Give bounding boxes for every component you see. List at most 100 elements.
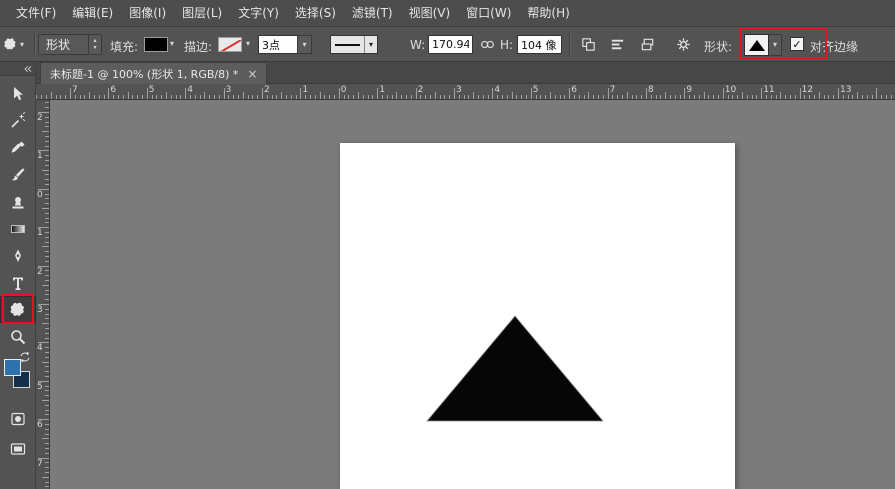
solid-line-icon	[335, 44, 360, 46]
foreground-color-swatch[interactable]	[4, 359, 21, 376]
ruler-tick	[51, 92, 52, 99]
tool-mode-value: 形状	[39, 36, 88, 53]
ruler-tick	[555, 95, 556, 99]
ruler-number: 3	[37, 305, 43, 315]
menu-item-layer[interactable]: 图层(L)	[174, 0, 230, 27]
ruler-tick	[108, 88, 109, 99]
menu-item-filter[interactable]: 滤镜(T)	[344, 0, 401, 27]
ruler-number: 8	[648, 85, 654, 95]
ruler-tick	[872, 95, 873, 99]
move-tool[interactable]	[0, 80, 36, 107]
ruler-tick	[780, 92, 781, 99]
ruler-tick	[152, 95, 153, 99]
ruler-tick	[200, 95, 201, 99]
ruler-tick	[622, 95, 623, 99]
brush-tool[interactable]	[0, 161, 36, 188]
path-alignment-button[interactable]	[606, 34, 628, 55]
ruler-tick	[699, 95, 700, 99]
menu-item-file[interactable]: 文件(F)	[8, 0, 64, 27]
ruler-tick	[867, 95, 868, 99]
pen-tool[interactable]	[0, 242, 36, 269]
path-arrangement-button[interactable]	[636, 34, 658, 55]
menu-item-image[interactable]: 图像(I)	[121, 0, 174, 27]
stroke-style-dropdown[interactable]: ▾	[330, 35, 378, 54]
menu-item-select[interactable]: 选择(S)	[287, 0, 344, 27]
quick-mask-button[interactable]	[9, 410, 27, 428]
ruler-tick	[45, 395, 49, 396]
path-operations-icon	[580, 36, 597, 53]
ruler-tick	[521, 95, 522, 99]
ruler-number: 13	[840, 85, 851, 95]
chevron-down-icon[interactable]: ▾	[246, 40, 250, 48]
ruler-tick	[45, 467, 49, 468]
ruler-tick	[766, 95, 767, 99]
width-input[interactable]	[428, 35, 473, 54]
document-canvas[interactable]	[340, 143, 735, 489]
custom-shape-tool[interactable]	[0, 296, 36, 323]
align-edges-checkbox[interactable]: ✓	[790, 37, 804, 51]
ruler-tick	[45, 294, 49, 295]
chevron-down-icon[interactable]: ▾	[170, 40, 174, 48]
menu-item-view[interactable]: 视图(V)	[401, 0, 459, 27]
ruler-tick	[891, 95, 892, 99]
vertical-ruler[interactable]: 21012345678	[36, 100, 50, 489]
gradient-tool[interactable]	[0, 215, 36, 242]
ruler-number: 12	[802, 85, 813, 95]
tool-preset-dropdown[interactable]: ▾	[3, 34, 33, 55]
ruler-tick	[45, 213, 49, 214]
icon-pen	[9, 247, 27, 265]
menu-item-edit[interactable]: 编辑(E)	[64, 0, 121, 27]
menu-item-window[interactable]: 窗口(W)	[458, 0, 519, 27]
ruler-tick	[387, 95, 388, 99]
pasteboard[interactable]	[50, 100, 895, 489]
ruler-tick	[45, 314, 49, 315]
ruler-tick	[694, 95, 695, 99]
menu-item-help[interactable]: 帮助(H)	[519, 0, 577, 27]
menu-item-type[interactable]: 文字(Y)	[230, 0, 287, 27]
document-tab[interactable]: 未标题-1 @ 100% (形状 1, RGB/8) * ×	[40, 62, 267, 84]
path-operations-button[interactable]	[577, 34, 599, 55]
ruler-tick	[569, 88, 570, 99]
stroke-color-swatch[interactable]	[218, 37, 242, 52]
stroke-width-input[interactable]	[258, 35, 298, 54]
ruler-tick	[473, 92, 474, 99]
ruler-tick	[497, 95, 498, 99]
ruler-tick	[608, 88, 609, 99]
tool-mode-select[interactable]: 形状 ▴▾	[38, 34, 102, 55]
ruler-tick	[795, 95, 796, 99]
horizontal-ruler[interactable]: 7654321012345678910111213	[36, 84, 895, 100]
triangle-shape[interactable]	[427, 316, 603, 421]
ruler-tick	[401, 95, 402, 99]
magic-wand-tool[interactable]	[0, 107, 36, 134]
ruler-tick	[45, 333, 49, 334]
screen-mode-button[interactable]	[9, 440, 27, 458]
ruler-tick	[488, 95, 489, 99]
ruler-tick	[809, 95, 810, 99]
link-dimensions-icon[interactable]	[479, 36, 496, 53]
document-tab-title: 未标题-1 @ 100% (形状 1, RGB/8) *	[50, 66, 238, 82]
ruler-tick	[348, 95, 349, 99]
collapse-panel-button[interactable]	[0, 62, 35, 76]
fill-color-swatch[interactable]	[144, 37, 168, 52]
close-tab-icon[interactable]: ×	[247, 68, 257, 80]
type-tool[interactable]	[0, 269, 36, 296]
stroke-width-dropdown[interactable]: ▾	[297, 35, 312, 54]
clone-stamp-tool[interactable]	[0, 188, 36, 215]
ruler-number: 3	[456, 85, 462, 95]
ruler-tick	[147, 88, 148, 99]
ruler-tick	[728, 95, 729, 99]
eyedropper-tool[interactable]	[0, 134, 36, 161]
geometry-options-button[interactable]	[672, 34, 694, 55]
ruler-tick	[684, 88, 685, 99]
height-input[interactable]	[517, 35, 562, 54]
shape-thumbnail	[744, 34, 769, 56]
ruler-tick	[45, 371, 49, 372]
ruler-tick	[660, 95, 661, 99]
ruler-tick	[704, 92, 705, 99]
ruler-tick	[42, 438, 49, 439]
shape-picker-dropdown[interactable]: ▾	[744, 34, 782, 56]
zoom-tool[interactable]	[0, 323, 36, 350]
ruler-tick	[75, 95, 76, 99]
ruler-tick	[45, 405, 49, 406]
align-edges-label: 对齐边缘	[810, 38, 858, 55]
